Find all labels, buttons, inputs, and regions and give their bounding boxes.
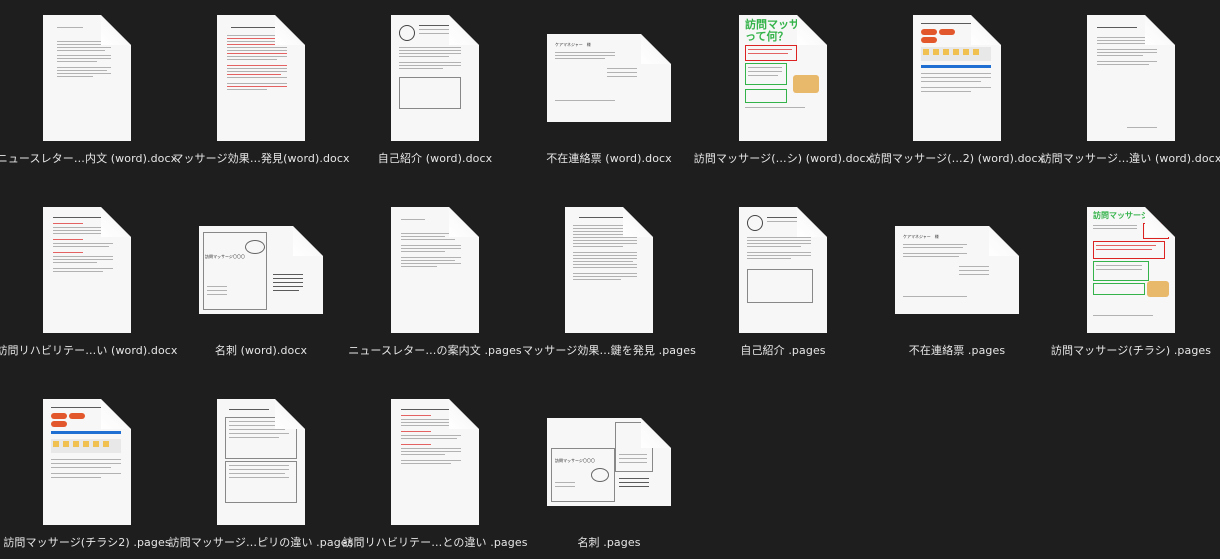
file-thumbnail: ケアマネジャー 様	[522, 12, 696, 144]
file-item[interactable]: 訪問マッサージ 訪問マッサージ(チラシ) .pages	[1044, 194, 1218, 364]
document-icon	[1087, 15, 1175, 141]
file-name: マッサージ効果…鍵を発見 .pages	[522, 344, 696, 357]
document-icon	[391, 399, 479, 525]
file-name: 訪問マッサージ(…シ) (word).docx	[693, 152, 873, 165]
file-name: 訪問マッサージ…ピリの違い .pages	[168, 536, 354, 549]
file-thumbnail	[870, 12, 1044, 144]
file-name: 訪問リハビリテー…との違い .pages	[342, 536, 528, 549]
file-name: 名刺 (word).docx	[214, 344, 308, 357]
document-icon	[391, 207, 479, 333]
file-name: 訪問リハビリテー…い (word).docx	[0, 344, 178, 357]
file-thumbnail: 訪問マッサージ〇〇〇	[174, 204, 348, 336]
file-item[interactable]: マッサージ効果…鍵を発見 .pages	[522, 194, 696, 364]
file-thumbnail: 訪問マッサージ って何？	[696, 12, 870, 144]
document-icon	[913, 15, 1001, 141]
file-item[interactable]: 訪問マッサージ って何？ 訪問マッサージ(…シ) (word).docx	[694, 2, 872, 172]
document-icon: ケアマネジャー 様	[547, 34, 671, 122]
document-icon: 訪問マッサージ〇〇〇	[547, 418, 671, 506]
file-thumbnail	[1044, 12, 1218, 144]
file-thumbnail: ケアマネジャー 様	[870, 204, 1044, 336]
file-thumbnail	[174, 12, 348, 144]
document-icon	[43, 15, 131, 141]
document-icon	[391, 15, 479, 141]
file-grid: ニュースレター…内文 (word).docx マッサージ効果…発見(word).…	[0, 0, 1220, 559]
file-item[interactable]: ニュースレター…の案内文 .pages	[348, 194, 522, 364]
file-name: 訪問マッサージ(チラシ2) .pages	[3, 536, 171, 549]
file-name: 名刺 .pages	[577, 536, 641, 549]
file-thumbnail	[348, 204, 522, 336]
file-name: ニュースレター…の案内文 .pages	[348, 344, 522, 357]
document-icon	[565, 207, 653, 333]
file-thumbnail	[348, 12, 522, 144]
file-item[interactable]: 自己紹介 .pages	[696, 194, 870, 364]
file-item[interactable]: 訪問マッサージ〇〇〇 名刺 (word).docx	[174, 194, 348, 364]
document-icon	[739, 207, 827, 333]
file-name: マッサージ効果…発見(word).docx	[172, 152, 350, 165]
file-thumbnail: 訪問マッサージ〇〇〇	[522, 396, 696, 528]
file-name: 自己紹介 .pages	[740, 344, 826, 357]
file-item[interactable]: ケアマネジャー 様 不在連絡票 .pages	[870, 194, 1044, 364]
file-item[interactable]: 訪問マッサージ(…2) (word).docx	[870, 2, 1044, 172]
file-item[interactable]: 訪問リハビリテー…との違い .pages	[342, 386, 527, 556]
file-name: 不在連絡票 .pages	[908, 344, 1006, 357]
document-icon	[43, 207, 131, 333]
file-name: 不在連絡票 (word).docx	[546, 152, 672, 165]
file-item[interactable]: ニュースレター…内文 (word).docx	[0, 2, 177, 172]
file-name: 訪問マッサージ…違い (word).docx	[1040, 152, 1220, 165]
document-icon	[43, 399, 131, 525]
file-item[interactable]: 訪問マッサージ…ピリの違い .pages	[169, 386, 353, 556]
file-thumbnail: 訪問マッサージ	[1044, 204, 1218, 336]
file-thumbnail	[174, 396, 348, 528]
file-thumbnail	[522, 204, 696, 336]
file-thumbnail	[348, 396, 522, 528]
file-thumbnail	[0, 396, 174, 528]
document-icon	[217, 399, 305, 525]
file-thumbnail	[0, 204, 174, 336]
document-icon: 訪問マッサージ〇〇〇	[199, 226, 323, 314]
document-icon: 訪問マッサージ って何？	[739, 15, 827, 141]
file-item[interactable]: 自己紹介 (word).docx	[348, 2, 522, 172]
document-icon: ケアマネジャー 様	[895, 226, 1019, 314]
file-name: 訪問マッサージ(…2) (word).docx	[869, 152, 1045, 165]
file-item[interactable]: マッサージ効果…発見(word).docx	[172, 2, 350, 172]
file-item[interactable]: 訪問マッサージ〇〇〇 名刺 .pages	[522, 386, 696, 556]
file-item[interactable]: 訪問マッサージ(チラシ2) .pages	[0, 386, 174, 556]
file-thumbnail	[696, 204, 870, 336]
file-thumbnail	[0, 12, 174, 144]
document-icon	[217, 15, 305, 141]
file-name: ニュースレター…内文 (word).docx	[0, 152, 178, 165]
file-item[interactable]: 訪問リハビリテー…い (word).docx	[0, 194, 177, 364]
file-name: 自己紹介 (word).docx	[377, 152, 493, 165]
file-item[interactable]: ケアマネジャー 様 不在連絡票 (word).docx	[522, 2, 696, 172]
document-icon: 訪問マッサージ	[1087, 207, 1175, 333]
file-item[interactable]: 訪問マッサージ…違い (word).docx	[1041, 2, 1220, 172]
file-name: 訪問マッサージ(チラシ) .pages	[1050, 344, 1212, 357]
